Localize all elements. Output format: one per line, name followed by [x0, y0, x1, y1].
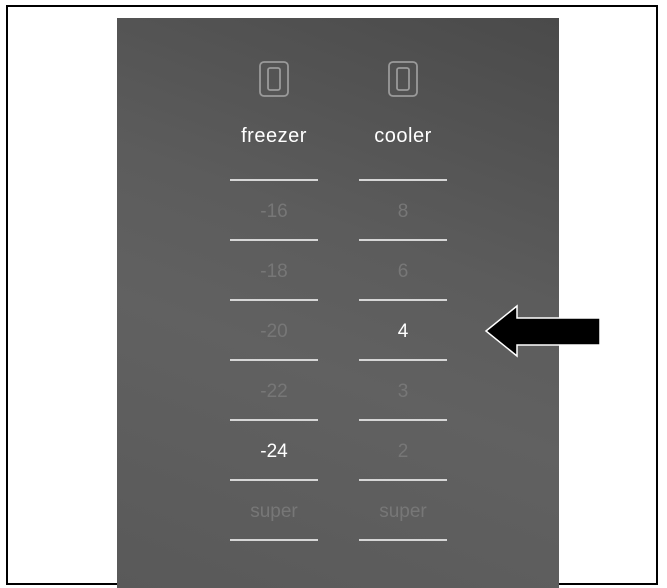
cooler-title: cooler — [374, 125, 432, 147]
freezer-setting-selected[interactable]: -24 — [229, 441, 319, 463]
divider — [230, 539, 318, 541]
divider — [359, 179, 447, 181]
divider — [359, 419, 447, 421]
left-arrow-icon — [484, 304, 601, 358]
divider — [359, 299, 447, 301]
freezer-door-icon[interactable] — [259, 61, 289, 97]
divider — [230, 419, 318, 421]
cooler-setting-selected[interactable]: 4 — [358, 321, 448, 343]
divider — [359, 239, 447, 241]
freezer-setting[interactable]: -20 — [229, 321, 319, 343]
cooler-door-icon[interactable] — [388, 61, 418, 97]
control-panel: freezer -16 -18 -20 -22 -24 super cooler… — [117, 18, 559, 588]
divider — [230, 479, 318, 481]
freezer-setting[interactable]: -22 — [229, 381, 319, 403]
freezer-setting[interactable]: -18 — [229, 261, 319, 283]
divider — [359, 359, 447, 361]
cooler-setting[interactable]: 3 — [358, 381, 448, 403]
cooler-super-button[interactable]: super — [358, 501, 448, 523]
cooler-setting[interactable]: 6 — [358, 261, 448, 283]
divider — [230, 299, 318, 301]
divider — [230, 179, 318, 181]
divider — [230, 239, 318, 241]
divider — [359, 539, 447, 541]
cooler-setting[interactable]: 2 — [358, 441, 448, 463]
divider — [230, 359, 318, 361]
cooler-setting[interactable]: 8 — [358, 201, 448, 223]
divider — [359, 479, 447, 481]
freezer-super-button[interactable]: super — [229, 501, 319, 523]
freezer-title: freezer — [241, 125, 307, 147]
freezer-setting[interactable]: -16 — [229, 201, 319, 223]
